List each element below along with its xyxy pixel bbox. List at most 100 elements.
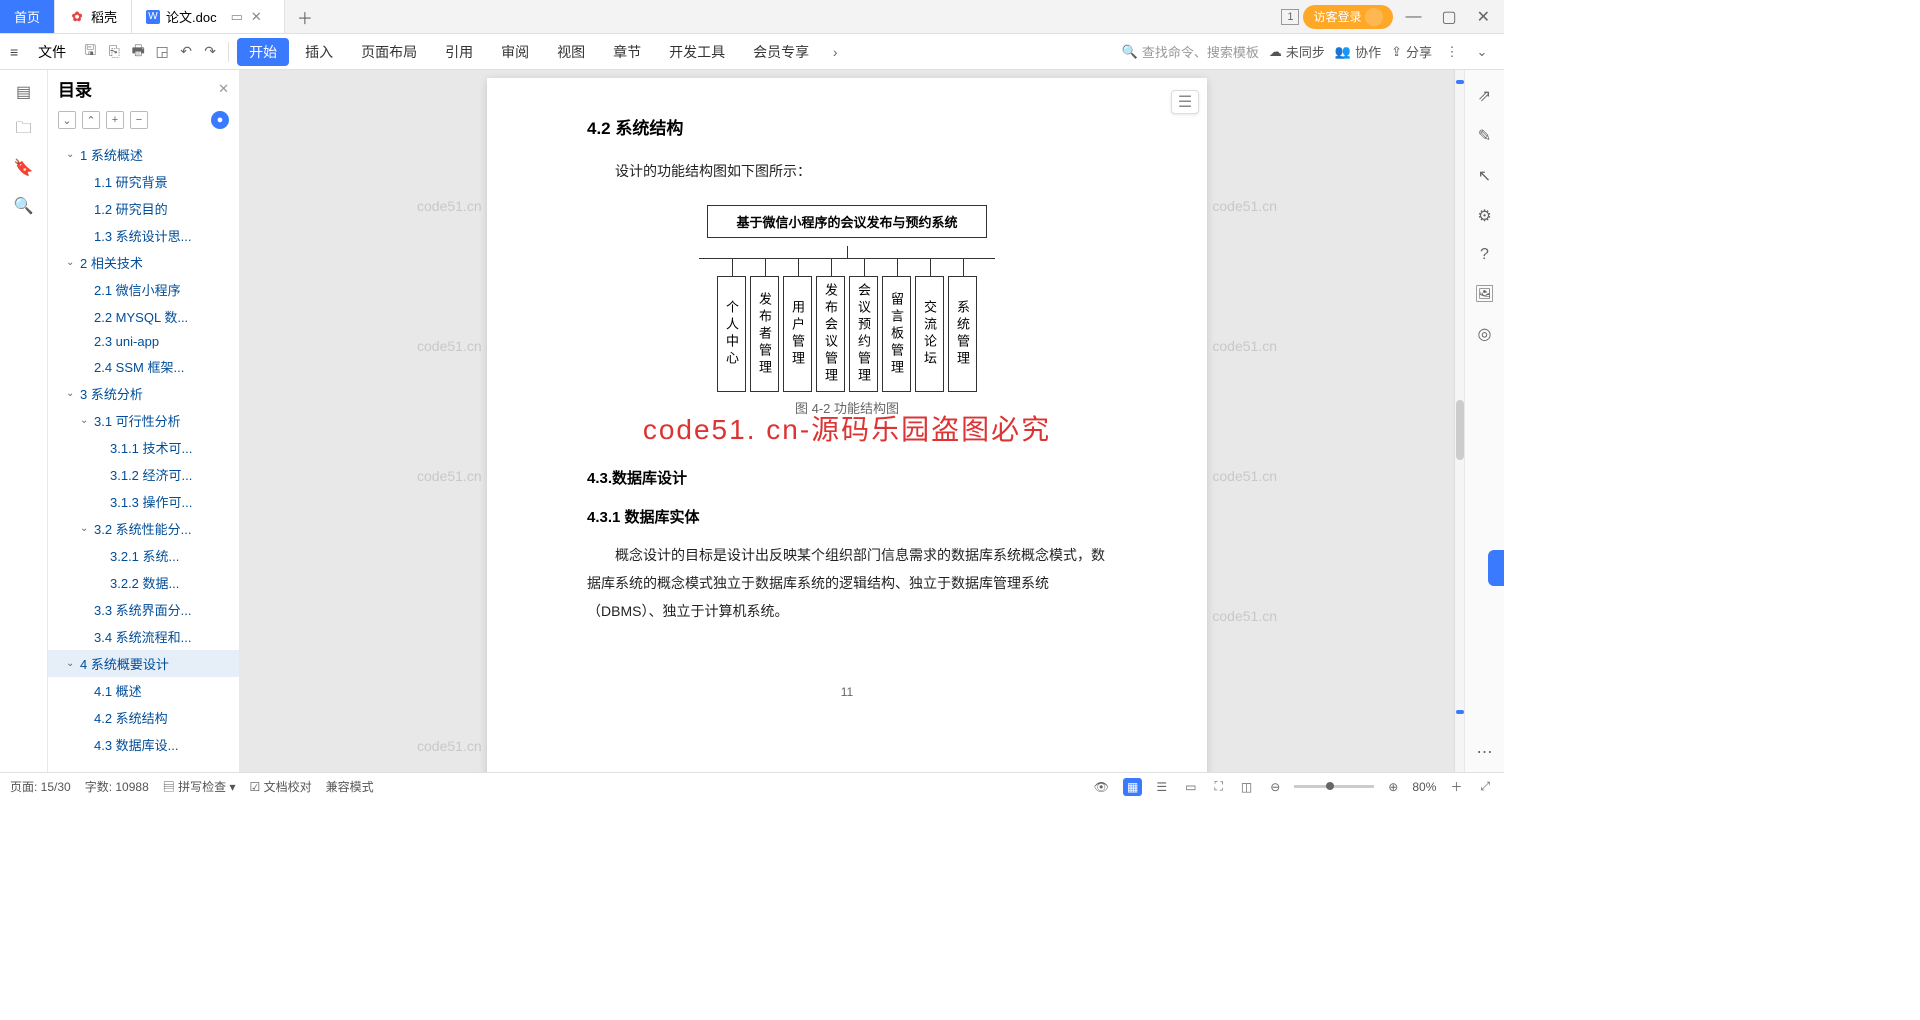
watermark: code51.cn (1212, 198, 1277, 214)
scrollbar[interactable] (1454, 70, 1464, 772)
zoom-out-icon[interactable]: ⊖ (1266, 778, 1284, 796)
tab-bar: 首页 ✿稻壳 W 论文.doc ▭ ✕ ＋ 1 访客登录 — ▢ ✕ (0, 0, 1504, 34)
tab-counter-icon[interactable]: 1 (1281, 9, 1299, 25)
toc-item[interactable]: ⌄1 系统概述 (48, 141, 239, 168)
zoom-add-icon[interactable]: ＋ (1446, 776, 1466, 797)
split-icon[interactable]: ◫ (1237, 778, 1256, 796)
bookmark-rail-icon[interactable]: 🔖 (14, 158, 34, 178)
undo-icon[interactable]: ↶ (176, 43, 196, 60)
edit-icon[interactable]: ✎ (1478, 126, 1491, 146)
toc-item[interactable]: 4.1 概述 (48, 677, 239, 704)
save-icon[interactable]: 🖫 (80, 40, 100, 64)
sync-button[interactable]: ☁ 未同步 (1269, 42, 1325, 61)
maximize-button[interactable]: ▢ (1433, 3, 1464, 31)
toc-item[interactable]: ⌄2 相关技术 (48, 249, 239, 276)
hamburger-icon[interactable]: ≡ (4, 40, 24, 64)
toc-item[interactable]: 3.3 系统界面分... (48, 596, 239, 623)
outline-close-icon[interactable]: ✕ (218, 81, 229, 97)
outline-collapse-all-icon[interactable]: ⌄ (58, 111, 76, 129)
toc-item[interactable]: ⌄3 系统分析 (48, 380, 239, 407)
toc-item[interactable]: ⌄4 系统概要设计 (48, 650, 239, 677)
collab-button[interactable]: 👥 协作 (1335, 42, 1381, 61)
ribbon-collapse-icon[interactable]: ⌄ (1472, 44, 1492, 60)
panel-toggle-icon[interactable]: ☰ (1171, 90, 1199, 114)
ribbon-tab-review[interactable]: 审阅 (489, 38, 541, 66)
ribbon-overflow-icon[interactable]: ⋮ (1442, 44, 1462, 60)
tab-daoke[interactable]: ✿稻壳 (55, 0, 132, 33)
readmode-icon[interactable]: 👁 (1090, 778, 1113, 796)
toc-item[interactable]: 1.2 研究目的 (48, 195, 239, 222)
settings-icon[interactable]: ⚙ (1477, 206, 1491, 226)
cursor-icon[interactable]: ↖ (1478, 166, 1491, 186)
toc-item[interactable]: 2.4 SSM 框架... (48, 353, 239, 380)
ribbon-tab-layout[interactable]: 页面布局 (349, 38, 429, 66)
toc-item[interactable]: 3.1.1 技术可... (48, 434, 239, 461)
zoom-slider[interactable] (1294, 785, 1374, 788)
zoom-in-icon[interactable]: ⊕ (1384, 778, 1402, 796)
proofread-button[interactable]: ☑ 文档校对 (249, 778, 311, 795)
compat-mode[interactable]: 兼容模式 (326, 778, 374, 795)
outline-add-icon[interactable]: + (106, 111, 124, 129)
ribbon-tab-view[interactable]: 视图 (545, 38, 597, 66)
ribbon-tab-vip[interactable]: 会员专享 (741, 38, 821, 66)
add-tab-button[interactable]: ＋ (285, 0, 325, 33)
toc-item[interactable]: 4.3 数据库设... (48, 731, 239, 758)
more-tools-icon[interactable]: ⋯ (1477, 742, 1493, 762)
outlineview-icon[interactable]: ☰ (1152, 778, 1171, 796)
toc-item[interactable]: 3.1.2 经济可... (48, 461, 239, 488)
webview-icon[interactable]: ▭ (1181, 778, 1200, 796)
toc-item[interactable]: 1.3 系统设计思... (48, 222, 239, 249)
help-icon[interactable]: ? (1480, 246, 1489, 264)
toc-item[interactable]: 4.2 系统结构 (48, 704, 239, 731)
tab-document[interactable]: W 论文.doc ▭ ✕ (132, 0, 285, 33)
zoom-value[interactable]: 80% (1412, 780, 1436, 794)
toc-item[interactable]: 2.3 uni-app (48, 330, 239, 353)
minimize-button[interactable]: — (1397, 4, 1429, 30)
ribbon-tab-insert[interactable]: 插入 (293, 38, 345, 66)
tab-close-icon[interactable]: ✕ (251, 9, 262, 25)
toc-item[interactable]: 3.1.3 操作可... (48, 488, 239, 515)
outline-rail-icon[interactable]: ▤ (14, 82, 34, 102)
rocket-icon[interactable]: ⇗ (1478, 86, 1491, 106)
print-icon[interactable]: 🖶 (128, 40, 148, 64)
ribbon-tab-chapter[interactable]: 章节 (601, 38, 653, 66)
outline-remove-icon[interactable]: − (130, 111, 148, 129)
scroll-thumb[interactable] (1456, 400, 1464, 460)
toc-item[interactable]: 2.2 MYSQL 数... (48, 303, 239, 330)
ribbon-tab-start[interactable]: 开始 (237, 38, 289, 66)
fit-icon[interactable]: ⤢ (1476, 777, 1494, 796)
ribbon-tab-reference[interactable]: 引用 (433, 38, 485, 66)
command-search[interactable]: 🔍 查找命令、搜索模板 (1122, 42, 1259, 61)
target-icon[interactable]: ◎ (1478, 324, 1492, 344)
toc-item[interactable]: 3.2.1 系统... (48, 542, 239, 569)
outline-ai-icon[interactable]: ● (211, 111, 229, 129)
tab-home[interactable]: 首页 (0, 0, 55, 33)
fullscreen-icon[interactable]: ⛶ (1210, 777, 1226, 796)
spellcheck-toggle[interactable]: ▤ 拼写检查 ▾ (163, 778, 236, 795)
side-flyout-tab[interactable] (1488, 550, 1504, 586)
ribbon-tab-devtools[interactable]: 开发工具 (657, 38, 737, 66)
toc-item[interactable]: ⌄3.2 系统性能分... (48, 515, 239, 542)
document-area[interactable]: ☰ 4.2 系统结构 设计的功能结构图如下图所示： 基于微信小程序的会议发布与预… (240, 70, 1454, 772)
tab-view-icon[interactable]: ▭ (231, 9, 243, 25)
outline-expand-all-icon[interactable]: ⌃ (82, 111, 100, 129)
share-button[interactable]: ⇪ 分享 (1391, 42, 1432, 61)
image-tool-icon[interactable]: 🖼 (1474, 284, 1494, 304)
page-indicator[interactable]: 页面: 15/30 (10, 778, 71, 795)
file-menu[interactable]: 文件 (28, 38, 76, 66)
redo-icon[interactable]: ↷ (200, 43, 220, 60)
export-icon[interactable]: ⎘ (104, 43, 124, 60)
search-rail-icon[interactable]: 🔍 (14, 196, 34, 216)
toc-item[interactable]: 3.4 系统流程和... (48, 623, 239, 650)
login-button[interactable]: 访客登录 (1303, 5, 1393, 29)
toc-item[interactable]: ⌄3.1 可行性分析 (48, 407, 239, 434)
folder-rail-icon[interactable]: 🗀 (14, 120, 34, 140)
toc-item[interactable]: 3.2.2 数据... (48, 569, 239, 596)
pageview-icon[interactable]: ▦ (1123, 778, 1142, 796)
toc-item[interactable]: 1.1 研究背景 (48, 168, 239, 195)
close-button[interactable]: ✕ (1469, 3, 1498, 31)
word-count[interactable]: 字数: 10988 (85, 778, 149, 795)
preview-icon[interactable]: ◲ (152, 43, 172, 60)
toc-item[interactable]: 2.1 微信小程序 (48, 276, 239, 303)
ribbon-more-icon[interactable]: › (825, 44, 845, 60)
